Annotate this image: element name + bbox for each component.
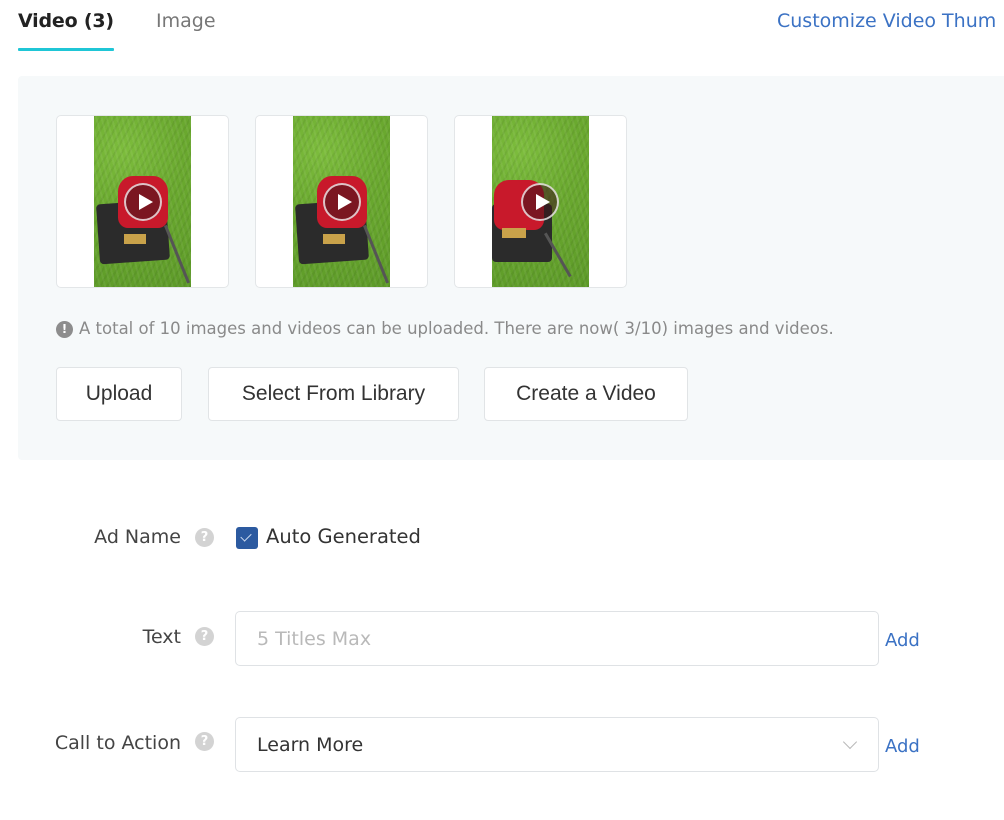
video-thumbnail[interactable] [56, 115, 229, 288]
video-preview-image [492, 116, 589, 287]
add-text-link[interactable]: Add [885, 629, 920, 653]
text-help-icon[interactable]: ? [195, 627, 214, 646]
chevron-down-icon [842, 734, 858, 750]
text-field[interactable] [235, 611, 879, 666]
upload-limit-notice: ! A total of 10 images and videos can be… [56, 318, 834, 340]
exclamation-circle-icon: ! [56, 320, 73, 338]
media-upload-panel: ! A total of 10 images and videos can be… [18, 76, 1004, 460]
checkmark-icon [240, 530, 252, 542]
call-to-action-label: Call to Action [54, 732, 181, 754]
auto-generated-label[interactable]: Auto Generated [266, 524, 421, 550]
video-thumbnail[interactable] [255, 115, 428, 288]
call-to-action-selected-value: Learn More [257, 734, 364, 756]
call-to-action-help-icon[interactable]: ? [195, 732, 214, 751]
play-icon[interactable] [124, 183, 162, 221]
upload-limit-text: A total of 10 images and videos can be u… [79, 319, 834, 338]
text-label: Text [142, 626, 181, 648]
tab-video[interactable]: Video (3) [18, 8, 114, 34]
ad-name-label: Ad Name [94, 526, 181, 548]
video-preview-image [293, 116, 390, 287]
active-tab-indicator [18, 48, 114, 51]
video-thumbnail[interactable] [454, 115, 627, 288]
create-video-button[interactable]: Create a Video [484, 367, 688, 421]
ad-name-help-icon[interactable]: ? [195, 528, 214, 547]
play-icon[interactable] [323, 183, 361, 221]
select-from-library-button[interactable]: Select From Library [208, 367, 459, 421]
tab-image[interactable]: Image [156, 8, 216, 34]
auto-generated-checkbox[interactable] [236, 527, 258, 549]
text-input[interactable] [236, 612, 878, 665]
customize-video-thumbnail-link[interactable]: Customize Video Thum [777, 8, 996, 34]
play-icon[interactable] [521, 183, 559, 221]
video-preview-image [94, 116, 191, 287]
call-to-action-select[interactable]: Learn More [235, 717, 879, 772]
add-call-to-action-link[interactable]: Add [885, 735, 920, 759]
upload-button[interactable]: Upload [56, 367, 182, 421]
